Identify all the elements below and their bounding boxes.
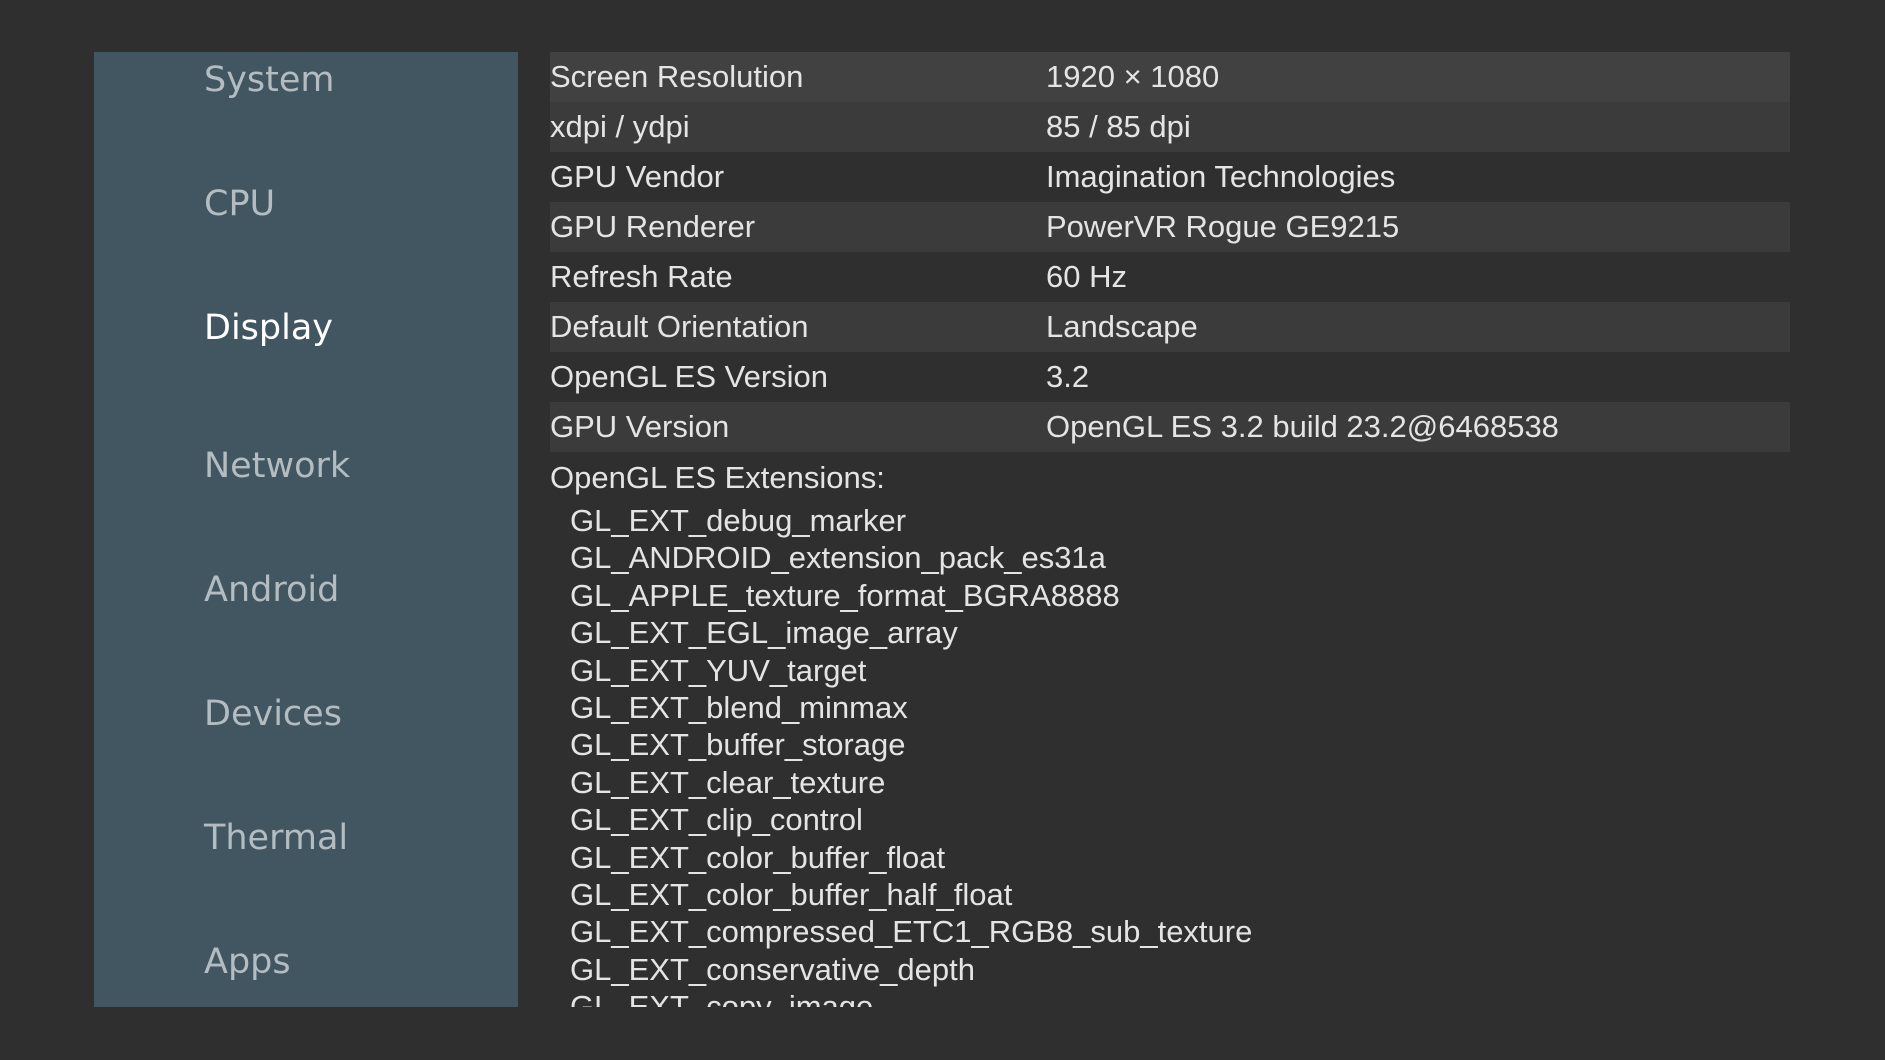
extension-item: GL_EXT_color_buffer_half_float [570, 876, 1013, 912]
info-label: GPU Version [550, 409, 730, 444]
info-label: Default Orientation [550, 309, 809, 344]
extensions-list: GL_EXT_debug_marker GL_ANDROID_extension… [570, 502, 1252, 1007]
extensions-header: OpenGL ES Extensions: [550, 460, 885, 495]
extension-item: GL_APPLE_texture_format_BGRA8888 [570, 577, 1120, 613]
info-value: 60 Hz [1046, 259, 1127, 294]
sidebar-item-apps[interactable]: Apps [204, 945, 291, 980]
info-label: OpenGL ES Version [550, 359, 829, 394]
info-value: 1920 × 1080 [1046, 59, 1220, 94]
display-info-panel[interactable]: Screen Resolution 1920 × 1080 xdpi / ydp… [550, 52, 1790, 1007]
info-label: Screen Resolution [550, 59, 804, 94]
extension-item: GL_EXT_color_buffer_float [570, 839, 946, 875]
sidebar-item-devices[interactable]: Devices [204, 697, 342, 732]
sidebar-item-system[interactable]: System [204, 63, 335, 98]
info-value: 85 / 85 dpi [1046, 109, 1191, 144]
info-value: PowerVR Rogue GE9215 [1046, 209, 1400, 244]
info-row-gpu-version: GPU Version OpenGL ES 3.2 build 23.2@646… [550, 402, 1790, 452]
extension-item: GL_EXT_blend_minmax [570, 689, 908, 725]
info-label: Refresh Rate [550, 259, 733, 294]
sidebar-nav: System CPU Display Network Android Devic… [94, 52, 518, 1007]
info-row-gpu-vendor: GPU Vendor Imagination Technologies [550, 152, 1790, 202]
extension-item: GL_EXT_buffer_storage [570, 727, 906, 763]
info-row-screen-resolution: Screen Resolution 1920 × 1080 [550, 52, 1790, 102]
extension-item: GL_EXT_copy_image [570, 989, 874, 1007]
info-row-opengl-es-version: OpenGL ES Version 3.2 [550, 352, 1790, 402]
extension-item: GL_EXT_compressed_ETC1_RGB8_sub_texture [570, 914, 1253, 950]
info-row-dpi: xdpi / ydpi 85 / 85 dpi [550, 102, 1790, 152]
info-row-gpu-renderer: GPU Renderer PowerVR Rogue GE9215 [550, 202, 1790, 252]
info-value: OpenGL ES 3.2 build 23.2@6468538 [1046, 409, 1559, 444]
sidebar-item-cpu[interactable]: CPU [204, 187, 275, 222]
sidebar-item-display[interactable]: Display [204, 311, 333, 346]
extension-item: GL_EXT_clip_control [570, 802, 863, 838]
info-label: xdpi / ydpi [550, 109, 690, 144]
extension-item: GL_EXT_clear_texture [570, 764, 886, 800]
info-label: GPU Vendor [550, 159, 725, 194]
info-value: Imagination Technologies [1046, 159, 1396, 194]
sidebar-item-android[interactable]: Android [204, 573, 339, 608]
info-label: GPU Renderer [550, 209, 756, 244]
extension-item: GL_EXT_EGL_image_array [570, 615, 958, 651]
sidebar-item-network[interactable]: Network [204, 449, 350, 484]
info-row-default-orientation: Default Orientation Landscape [550, 302, 1790, 352]
tv-screen: System CPU Display Network Android Devic… [0, 0, 1885, 1060]
extension-item: GL_EXT_conservative_depth [570, 951, 975, 987]
extension-item: GL_EXT_debug_marker [570, 503, 907, 538]
info-value: 3.2 [1046, 359, 1090, 394]
sidebar-item-thermal[interactable]: Thermal [204, 821, 348, 856]
extension-item: GL_ANDROID_extension_pack_es31a [570, 540, 1106, 576]
extension-item: GL_EXT_YUV_target [570, 652, 867, 688]
info-value: Landscape [1046, 309, 1198, 344]
info-row-refresh-rate: Refresh Rate 60 Hz [550, 252, 1790, 302]
